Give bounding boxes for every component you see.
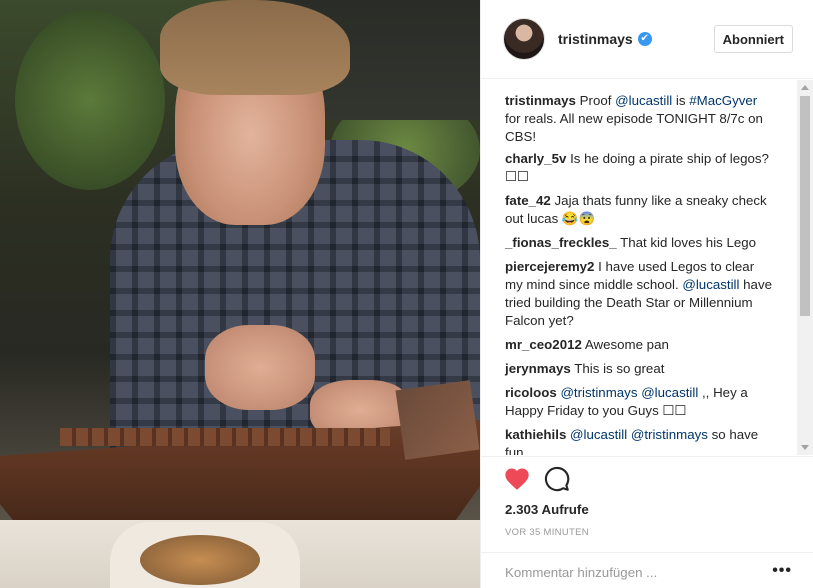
post-photo[interactable] bbox=[0, 0, 480, 588]
comment-item: kathiehils @lucastill @tristinmays so ha… bbox=[505, 426, 775, 455]
comment-item: fate_42 Jaja thats funny like a sneaky c… bbox=[505, 192, 775, 228]
post-header: tristinmays ✔ Abonniert bbox=[481, 0, 813, 79]
person-hair bbox=[160, 0, 350, 95]
comment-text: is bbox=[672, 93, 690, 108]
comment-list: tristinmays Proof @lucastill is #MacGyve… bbox=[481, 80, 813, 455]
comment-input[interactable] bbox=[505, 565, 755, 580]
background-plant bbox=[15, 10, 165, 190]
mention-link[interactable]: @lucastill bbox=[641, 385, 698, 400]
comment-username[interactable]: _fionas_freckles_ bbox=[505, 235, 617, 250]
comment-text: for reals. All new episode TONIGHT 8/7c … bbox=[505, 111, 763, 144]
post-modal: tristinmays ✔ Abonniert tristinmays Proo… bbox=[0, 0, 813, 588]
comment-text: That kid loves his Lego bbox=[616, 235, 757, 250]
comment-item: jerynmays This is so great bbox=[505, 360, 775, 378]
view-count[interactable]: 2.303 Aufrufe bbox=[505, 502, 589, 517]
comment-item: tristinmays Proof @lucastill is #MacGyve… bbox=[505, 92, 775, 146]
heart-icon[interactable] bbox=[503, 465, 531, 493]
comment-username[interactable]: jerynmays bbox=[505, 361, 571, 376]
scroll-thumb[interactable] bbox=[800, 96, 810, 316]
post-actions: 2.303 Aufrufe VOR 35 MINUTEN bbox=[481, 456, 813, 546]
verified-badge-icon: ✔ bbox=[637, 32, 652, 46]
comment-bubble-icon[interactable] bbox=[543, 465, 571, 493]
header-username[interactable]: tristinmays bbox=[558, 31, 633, 47]
post-side-panel: tristinmays ✔ Abonniert tristinmays Proo… bbox=[480, 0, 813, 588]
add-comment-bar: ••• bbox=[481, 552, 813, 588]
avatar[interactable] bbox=[503, 18, 545, 60]
comment-item: ricoloos @tristinmays @lucastill ,, Hey … bbox=[505, 384, 775, 420]
comment-text: Awesome pan bbox=[581, 337, 669, 352]
comment-username[interactable]: piercejeremy2 bbox=[505, 259, 594, 274]
hashtag-link[interactable]: #MacGyver bbox=[689, 93, 757, 108]
comment-text: Proof bbox=[575, 93, 616, 108]
mention-link[interactable]: @tristinmays bbox=[560, 385, 637, 400]
mention-link[interactable]: @tristinmays bbox=[631, 427, 708, 442]
post-timestamp[interactable]: VOR 35 MINUTEN bbox=[505, 527, 589, 538]
comment-username[interactable]: ricoloos bbox=[505, 385, 557, 400]
more-options-icon[interactable]: ••• bbox=[772, 562, 792, 580]
lego-ship-deck bbox=[60, 428, 390, 446]
mention-link[interactable]: @lucastill bbox=[682, 277, 739, 292]
following-button[interactable]: Abonniert bbox=[713, 25, 793, 53]
comment-username[interactable]: fate_42 bbox=[505, 193, 551, 208]
scroll-up-arrow-icon[interactable] bbox=[801, 85, 809, 90]
comment-item: piercejeremy2 I have used Legos to clear… bbox=[505, 258, 775, 330]
comment-item: _fionas_freckles_ That kid loves his Leg… bbox=[505, 234, 775, 252]
comment-username[interactable]: tristinmays bbox=[505, 93, 576, 108]
mention-link[interactable]: @lucastill bbox=[615, 93, 672, 108]
person-hand-left bbox=[205, 325, 315, 410]
comment-item: charly_5v Is he doing a pirate ship of l… bbox=[505, 150, 775, 186]
lego-ship-stern bbox=[395, 380, 480, 460]
comment-username[interactable]: kathiehils bbox=[505, 427, 566, 442]
comment-text: This is so great bbox=[570, 361, 665, 376]
booklet-illustration bbox=[140, 535, 260, 585]
comment-scrollbar[interactable] bbox=[797, 80, 813, 455]
scroll-down-arrow-icon[interactable] bbox=[801, 445, 809, 450]
comment-username[interactable]: mr_ceo2012 bbox=[505, 337, 582, 352]
comment-username[interactable]: charly_5v bbox=[505, 151, 566, 166]
mention-link[interactable]: @lucastill bbox=[570, 427, 627, 442]
comment-item: mr_ceo2012 Awesome pan bbox=[505, 336, 775, 354]
